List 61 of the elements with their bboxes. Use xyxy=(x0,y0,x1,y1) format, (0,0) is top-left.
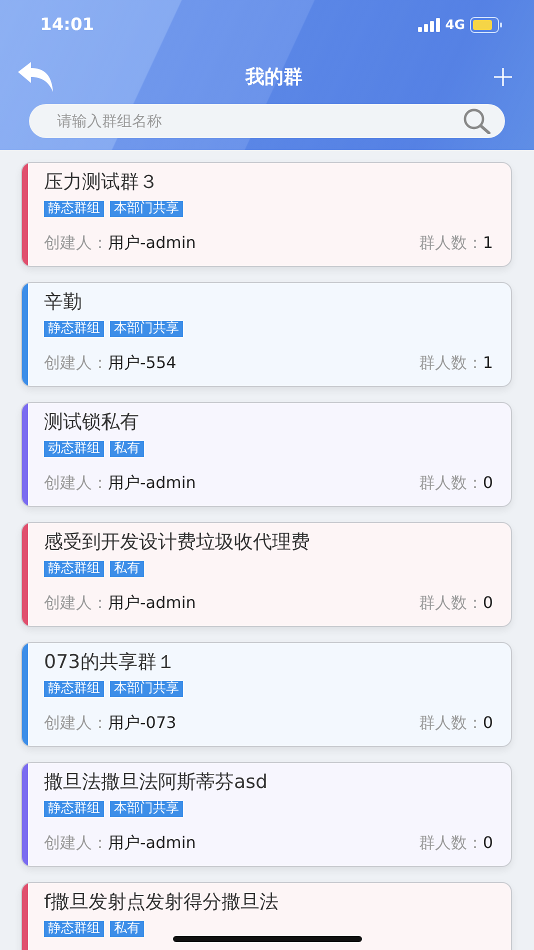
group-name: 073的共享群１ xyxy=(44,650,176,675)
member-count: 0 xyxy=(482,833,493,852)
group-tag: 静态群组 xyxy=(44,681,104,697)
group-name: f撒旦发射点发射得分撒旦法 xyxy=(44,890,280,915)
page-title: 我的群 xyxy=(246,65,302,90)
search-field[interactable]: 请输入群组名称 xyxy=(29,104,505,138)
group-card[interactable]: 撒旦法撒旦法阿斯蒂芬asd 静态群组 本部门共享 创建人：用户-admin 群人数：0 xyxy=(21,762,512,867)
member-count: 1 xyxy=(482,353,493,372)
group-name: 辛勤 xyxy=(44,290,83,315)
group-name: 压力测试群３ xyxy=(44,170,159,195)
group-card[interactable]: 感受到开发设计费垃圾收代理费 静态群组 私有 创建人：用户-admin 群人数：0 xyxy=(21,522,512,627)
creator-label: 创建人： xyxy=(44,473,108,494)
group-name: 感受到开发设计费垃圾收代理费 xyxy=(44,530,311,555)
member-count-label: 群人数： xyxy=(418,593,483,614)
group-card[interactable]: 073的共享群１ 静态群组 本部门共享 创建人：用户-073 群人数：0 xyxy=(21,642,512,747)
group-tag: 本部门共享 xyxy=(110,681,183,697)
battery-icon xyxy=(470,17,502,33)
creator-name: 用户-admin xyxy=(108,833,196,854)
search-icon[interactable] xyxy=(463,108,491,134)
group-tag: 静态群组 xyxy=(44,801,104,817)
group-card[interactable]: f撒旦发射点发射得分撒旦法 静态群组 私有 xyxy=(21,882,512,950)
member-count: 0 xyxy=(482,593,493,612)
creator-label: 创建人： xyxy=(44,593,108,614)
group-tag: 静态群组 xyxy=(44,321,104,337)
member-count-label: 群人数： xyxy=(418,353,483,374)
group-tag: 静态群组 xyxy=(44,201,104,217)
group-tag: 私有 xyxy=(110,441,144,457)
creator-name: 用户-admin xyxy=(108,233,196,254)
member-count: 1 xyxy=(482,233,493,252)
group-tag: 静态群组 xyxy=(44,921,104,937)
group-tag: 本部门共享 xyxy=(110,201,183,217)
group-tag: 本部门共享 xyxy=(110,321,183,337)
creator-label: 创建人： xyxy=(44,233,108,254)
group-tag: 静态群组 xyxy=(44,561,104,577)
member-count-label: 群人数： xyxy=(418,833,483,854)
creator-label: 创建人： xyxy=(44,713,108,734)
creator-name: 用户-073 xyxy=(108,713,176,734)
member-count-label: 群人数： xyxy=(418,713,483,734)
group-tag: 私有 xyxy=(110,921,144,937)
plus-icon[interactable] xyxy=(494,68,512,86)
member-count-label: 群人数： xyxy=(418,233,483,254)
group-tag: 动态群组 xyxy=(44,441,104,457)
group-card[interactable]: 测试锁私有 动态群组 私有 创建人：用户-admin 群人数：0 xyxy=(21,402,512,507)
group-tag: 私有 xyxy=(110,561,144,577)
creator-name: 用户-admin xyxy=(108,473,196,494)
creator-label: 创建人： xyxy=(44,833,108,854)
group-name: 撒旦法撒旦法阿斯蒂芬asd xyxy=(44,770,269,795)
network-label: 4G xyxy=(445,18,465,32)
group-name: 测试锁私有 xyxy=(44,410,140,435)
signal-icon xyxy=(418,18,440,32)
status-time: 14:01 xyxy=(40,15,94,35)
member-count: 0 xyxy=(482,713,493,732)
member-count-label: 群人数： xyxy=(418,473,483,494)
member-count: 0 xyxy=(482,473,493,492)
group-card[interactable]: 压力测试群３ 静态群组 本部门共享 创建人：用户-admin 群人数：1 xyxy=(21,162,512,267)
creator-name: 用户-554 xyxy=(108,353,176,374)
back-arrow-icon[interactable] xyxy=(18,62,54,92)
group-tag: 本部门共享 xyxy=(110,801,183,817)
creator-label: 创建人： xyxy=(44,353,108,374)
creator-name: 用户-admin xyxy=(108,593,196,614)
group-card[interactable]: 辛勤 静态群组 本部门共享 创建人：用户-554 群人数：1 xyxy=(21,282,512,387)
